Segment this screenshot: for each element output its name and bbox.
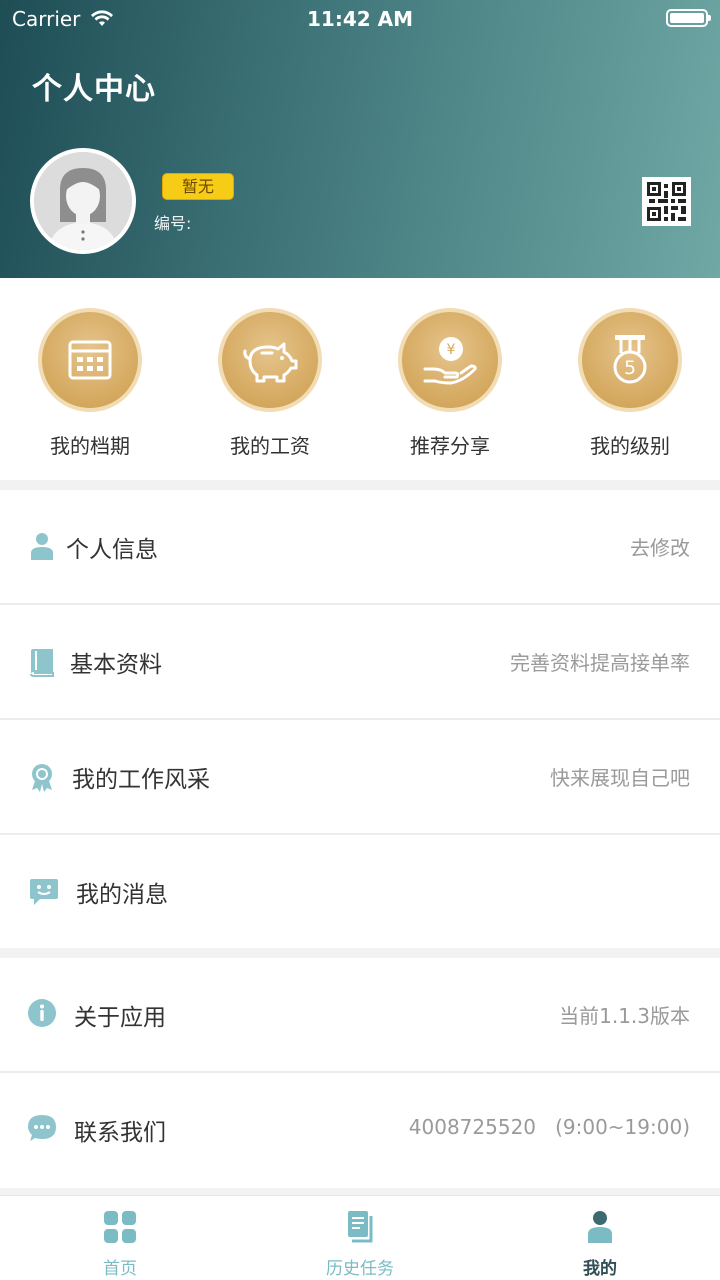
menu-item-label: 关于应用 bbox=[74, 1005, 166, 1031]
menu-group-app: 关于应用 当前1.1.3版本 联系我们 4008725520 (9:00~19:… bbox=[0, 958, 720, 1188]
quick-action-label: 我的档期 bbox=[50, 434, 130, 458]
tab-label: 我的 bbox=[583, 1259, 617, 1279]
tab-label: 首页 bbox=[103, 1259, 137, 1279]
quick-action-label: 推荐分享 bbox=[410, 434, 490, 458]
menu-item-contact[interactable]: 联系我们 4008725520 (9:00~19:00) bbox=[0, 1073, 720, 1188]
quick-action-share[interactable]: ¥ 推荐分享 bbox=[380, 308, 520, 459]
menu-group-profile: 个人信息 去修改 基本资料 完善资料提高接单率 我的工作风采 快来展现自己吧 我… bbox=[0, 490, 720, 948]
menu-item-hint: 完善资料提高接单率 bbox=[510, 651, 690, 675]
medal-icon: 5 bbox=[613, 335, 647, 384]
avatar[interactable] bbox=[30, 148, 136, 254]
menu-item-label: 联系我们 bbox=[74, 1120, 166, 1146]
quick-action-label: 我的级别 bbox=[590, 434, 670, 458]
menu-item-hint: 当前1.1.3版本 bbox=[559, 1004, 690, 1028]
contact-phone-hours[interactable]: 4008725520 (9:00~19:00) bbox=[409, 1115, 690, 1139]
menu-item-label: 基本资料 bbox=[70, 652, 162, 678]
quick-action-salary[interactable]: 我的工资 bbox=[200, 308, 340, 459]
battery-icon bbox=[666, 9, 711, 27]
document-icon bbox=[348, 1211, 373, 1243]
menu-item-label: 个人信息 bbox=[66, 537, 158, 563]
level-badge: 暂无 bbox=[162, 173, 234, 200]
quick-action-level[interactable]: 5 我的级别 bbox=[560, 308, 700, 459]
chat-icon bbox=[28, 1115, 56, 1141]
book-icon bbox=[30, 649, 54, 677]
member-number-label: 编号: bbox=[154, 214, 192, 233]
profile-header: Carrier 11:42 AM 个人中心 暂无 编号: bbox=[0, 0, 720, 278]
menu-item-work-showcase[interactable]: 我的工作风采 快来展现自己吧 bbox=[0, 720, 720, 835]
calendar-icon bbox=[68, 340, 112, 380]
menu-item-about[interactable]: 关于应用 当前1.1.3版本 bbox=[0, 958, 720, 1073]
menu-item-label: 我的工作风采 bbox=[72, 767, 210, 793]
tab-home[interactable]: 首页 bbox=[60, 1210, 180, 1279]
tab-mine[interactable]: 我的 bbox=[540, 1210, 660, 1279]
page-title: 个人中心 bbox=[32, 72, 156, 107]
info-icon bbox=[28, 999, 56, 1027]
menu-item-personal-info[interactable]: 个人信息 去修改 bbox=[0, 490, 720, 605]
menu-item-basic-profile[interactable]: 基本资料 完善资料提高接单率 bbox=[0, 605, 720, 720]
user-icon bbox=[588, 1211, 612, 1243]
menu-item-label: 我的消息 bbox=[76, 882, 168, 908]
hand-coin-icon: ¥ bbox=[423, 337, 477, 385]
grid-icon bbox=[104, 1211, 136, 1243]
status-bar: Carrier 11:42 AM bbox=[0, 0, 720, 40]
piggy-bank-icon bbox=[243, 342, 298, 383]
quick-action-schedule[interactable]: 我的档期 bbox=[20, 308, 160, 459]
menu-item-hint: 去修改 bbox=[630, 536, 690, 560]
svg-text:5: 5 bbox=[624, 357, 636, 379]
award-icon bbox=[32, 764, 52, 792]
quick-actions: 我的档期 我的工资 ¥ 推荐分享 5 我的级别 bbox=[0, 278, 720, 480]
menu-item-messages[interactable]: 我的消息 bbox=[0, 835, 720, 948]
tab-label: 历史任务 bbox=[326, 1259, 394, 1279]
qr-code-icon[interactable] bbox=[642, 177, 691, 226]
message-icon bbox=[30, 879, 58, 905]
quick-action-label: 我的工资 bbox=[230, 434, 310, 458]
svg-text:¥: ¥ bbox=[447, 342, 456, 358]
avatar-placeholder-icon bbox=[34, 152, 132, 250]
clock-label: 11:42 AM bbox=[306, 7, 413, 31]
person-icon bbox=[31, 533, 53, 560]
menu-item-hint: 快来展现自己吧 bbox=[550, 766, 690, 790]
tab-bar: 首页 历史任务 我的 bbox=[0, 1195, 720, 1280]
tab-history[interactable]: 历史任务 bbox=[300, 1210, 420, 1279]
